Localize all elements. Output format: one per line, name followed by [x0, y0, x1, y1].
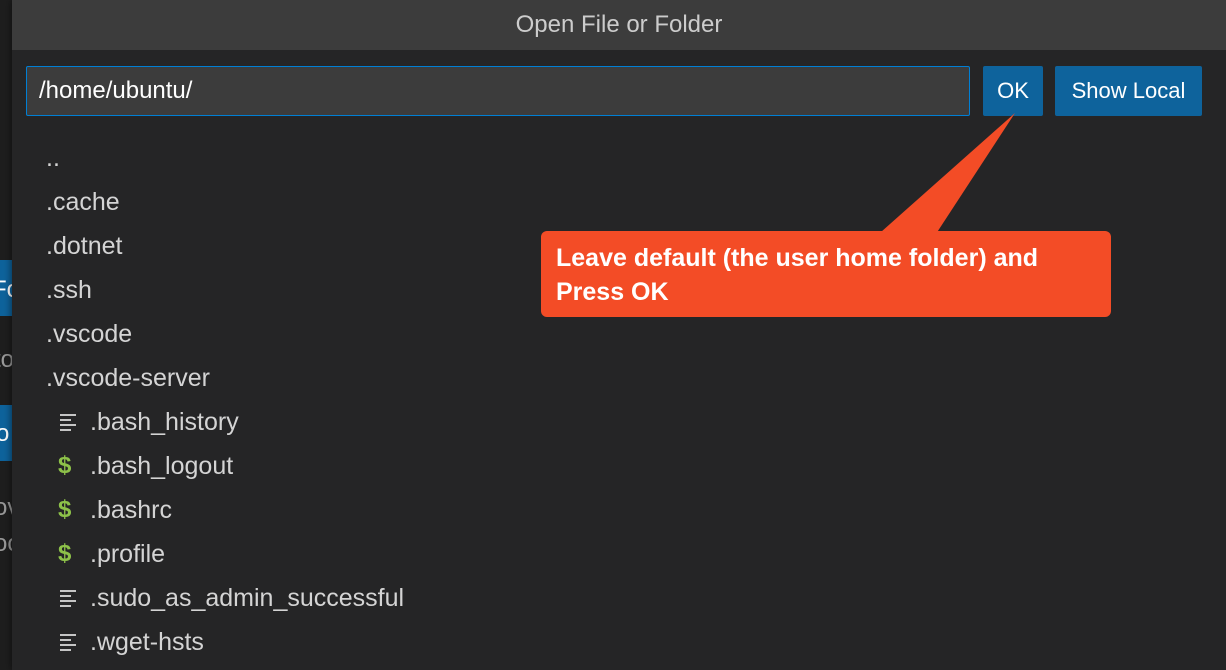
callout-arrow: [872, 113, 1015, 240]
callout-arrow-pointer: [872, 113, 1015, 240]
callout-line-1: Leave default (the user home folder) and: [556, 244, 1039, 272]
instruction-callout: Leave default (the user home folder) and…: [541, 231, 1111, 317]
callout-line-2: Press OK: [556, 278, 669, 306]
